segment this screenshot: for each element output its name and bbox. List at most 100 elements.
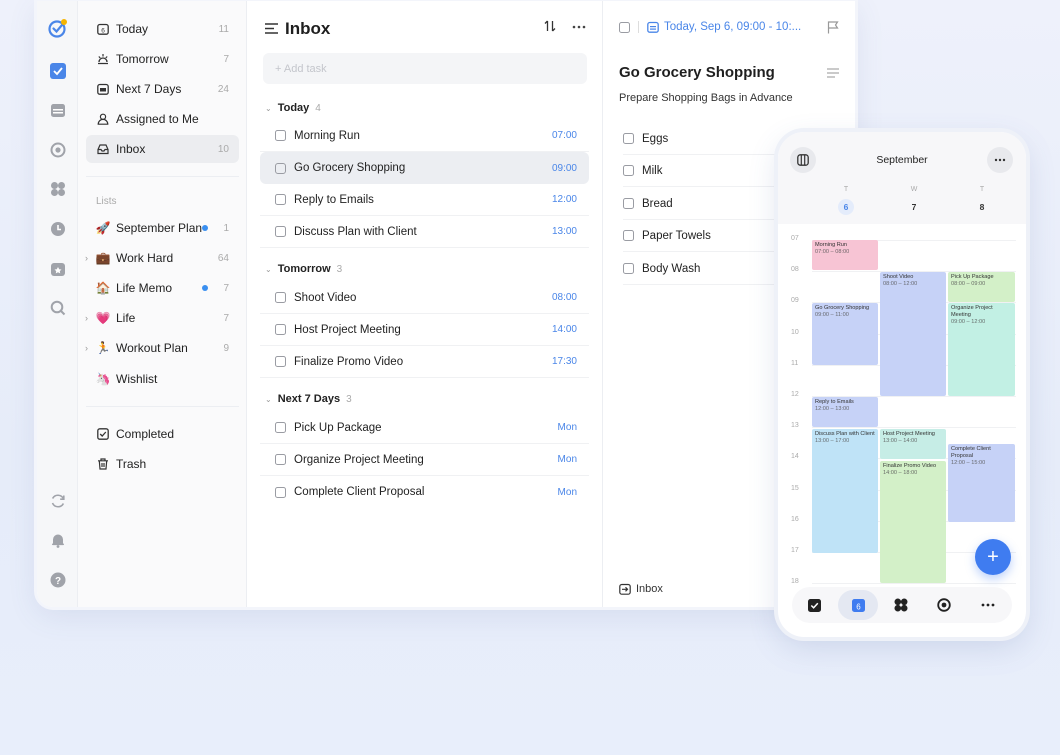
list-selector[interactable]: Inbox (619, 583, 663, 595)
matrix-icon[interactable] (47, 178, 68, 199)
checklist-checkbox[interactable] (623, 165, 634, 176)
calendar-event[interactable]: Pick Up Package 08:00 – 09:00 (948, 272, 1015, 302)
sidebar-item-today[interactable]: 6 Today 11 (86, 15, 239, 43)
checklist-checkbox[interactable] (623, 230, 634, 241)
task-description[interactable]: Prepare Shopping Bags in Advance (619, 92, 793, 104)
sidebar-item-next-7-days[interactable]: Next 7 Days 24 (86, 75, 239, 103)
day-number[interactable]: 8 (972, 199, 992, 215)
sidebar-item-count: 11 (218, 23, 229, 35)
task-checkbox[interactable] (275, 454, 286, 465)
task-checkbox[interactable] (275, 292, 286, 303)
calendar-week-icon (96, 82, 110, 96)
calendar-tab-icon[interactable]: 6 (838, 590, 878, 620)
tasks-tab-icon[interactable] (805, 596, 823, 614)
flag-icon[interactable] (827, 21, 839, 39)
focus-tab-icon[interactable] (935, 596, 953, 614)
task-row[interactable]: Morning Run 07:00 (260, 120, 589, 152)
note-task-icon[interactable] (275, 162, 286, 174)
more-icon[interactable] (987, 147, 1013, 173)
more-icon[interactable] (572, 16, 586, 34)
task-row[interactable]: Discuss Plan with Client 13:00 (260, 216, 589, 248)
group-count: 3 (346, 393, 352, 405)
sidebar-item-label: Completed (116, 427, 175, 441)
add-event-button[interactable]: + (975, 539, 1011, 575)
event-title: Finalize Promo Video (883, 463, 937, 469)
sidebar-item-label: Inbox (116, 142, 146, 156)
calendar-event[interactable]: Reply to Emails 12:00 – 13:00 (812, 397, 878, 427)
chevron-right-icon[interactable]: › (85, 343, 88, 353)
clock-icon[interactable] (47, 218, 68, 239)
add-task-input[interactable]: + Add task (263, 53, 587, 84)
calendar-event[interactable]: Discuss Plan with Client 13:00 – 17:00 (812, 429, 878, 553)
sidebar-item-september-plan[interactable]: 🚀 September Plan 1 (86, 214, 239, 242)
help-icon[interactable]: ? (47, 569, 68, 590)
due-date-button[interactable]: Today, Sep 6, 09:00 - 10:... (664, 21, 801, 33)
task-row[interactable]: Shoot Video 08:00 (260, 282, 589, 314)
task-row[interactable]: Organize Project Meeting Mon (260, 444, 589, 476)
calendar-icon[interactable] (47, 99, 68, 120)
habit-icon[interactable] (47, 258, 68, 279)
bell-icon[interactable] (47, 529, 68, 550)
event-title: Discuss Plan with Client (815, 431, 875, 437)
sidebar-item-inbox[interactable]: Inbox 10 (86, 135, 239, 163)
task-title: Go Grocery Shopping (294, 162, 406, 174)
matrix-tab-icon[interactable] (892, 596, 910, 614)
group-header-next-7-days[interactable]: ⌄ Next 7 Days 3 (265, 393, 352, 405)
checklist-checkbox[interactable] (623, 263, 634, 274)
group-header-today[interactable]: ⌄ Today 4 (265, 102, 321, 114)
group-header-tomorrow[interactable]: ⌄ Tomorrow 3 (265, 263, 342, 275)
task-checkbox[interactable] (275, 324, 286, 335)
calendar-event[interactable]: Host Project Meeting 13:00 – 14:00 (880, 429, 946, 459)
chevron-right-icon[interactable]: › (85, 253, 88, 263)
sidebar-item-work-hard[interactable]: › 💼 Work Hard 64 (85, 244, 239, 272)
calendar-event[interactable]: Shoot Video 08:00 – 12:00 (880, 272, 946, 396)
description-icon[interactable] (827, 65, 839, 83)
task-row-selected[interactable]: Go Grocery Shopping 09:00 (260, 152, 589, 184)
sidebar-item-completed[interactable]: Completed (86, 420, 239, 448)
task-row[interactable]: Finalize Promo Video 17:30 (260, 346, 589, 378)
search-icon[interactable] (47, 297, 68, 318)
event-time: 12:00 – 15:00 (951, 459, 986, 466)
task-row[interactable]: Reply to Emails 12:00 (260, 184, 589, 216)
chevron-right-icon[interactable]: › (85, 313, 88, 323)
task-checkbox[interactable] (275, 194, 286, 205)
day-number-today[interactable]: 6 (838, 199, 854, 215)
task-row[interactable]: Complete Client Proposal Mon (260, 476, 589, 508)
focus-timer-icon[interactable] (47, 139, 68, 160)
event-time: 08:00 – 12:00 (883, 280, 918, 287)
sort-icon[interactable] (544, 20, 556, 35)
calendar-event[interactable]: Go Grocery Shopping 09:00 – 11:00 (812, 303, 878, 365)
calendar-event[interactable]: Finalize Promo Video 14:00 – 18:00 (880, 461, 946, 583)
task-checkbox[interactable] (275, 356, 286, 367)
sidebar-item-count: 7 (223, 282, 229, 294)
checklist-checkbox[interactable] (623, 198, 634, 209)
note-task-icon[interactable] (619, 21, 630, 33)
tasks-checkbox-icon[interactable] (47, 60, 68, 81)
sidebar-item-trash[interactable]: Trash (86, 450, 239, 478)
task-row[interactable]: Pick Up Package Mon (260, 412, 589, 444)
hour-label: 13 (791, 422, 799, 430)
sidebar-item-wishlist[interactable]: 🦄 Wishlist (86, 365, 239, 393)
task-checkbox[interactable] (275, 226, 286, 237)
task-title[interactable]: Go Grocery Shopping (619, 64, 775, 81)
task-checkbox[interactable] (275, 422, 286, 433)
task-checkbox[interactable] (275, 130, 286, 141)
task-row[interactable]: Host Project Meeting 14:00 (260, 314, 589, 346)
checklist-checkbox[interactable] (623, 133, 634, 144)
sidebar-item-life[interactable]: › 💗 Life 7 (85, 304, 239, 332)
day-number[interactable]: 7 (904, 199, 924, 215)
more-tab-icon[interactable] (979, 596, 997, 614)
menu-toggle-icon[interactable] (265, 21, 278, 39)
task-checkbox[interactable] (275, 486, 286, 498)
sidebar-item-tomorrow[interactable]: Tomorrow 7 (86, 45, 239, 73)
task-title: Host Project Meeting (294, 323, 401, 336)
bottom-tab-bar: 6 (792, 587, 1012, 623)
calendar-event[interactable]: Morning Run 07:00 – 08:00 (812, 240, 878, 270)
sidebar-item-life-memo[interactable]: 🏠 Life Memo 7 (86, 274, 239, 302)
calendar-event[interactable]: Organize Project Meeting 09:00 – 12:00 (948, 303, 1015, 396)
sidebar-item-workout-plan[interactable]: › 🏃 Workout Plan 9 (85, 334, 239, 362)
sidebar-item-assigned-to-me[interactable]: Assigned to Me (86, 105, 239, 133)
calendar-event[interactable]: Complete Client Proposal 12:00 – 15:00 (948, 444, 1015, 522)
sync-icon[interactable] (47, 490, 68, 511)
task-title: Complete Client Proposal (294, 486, 425, 498)
